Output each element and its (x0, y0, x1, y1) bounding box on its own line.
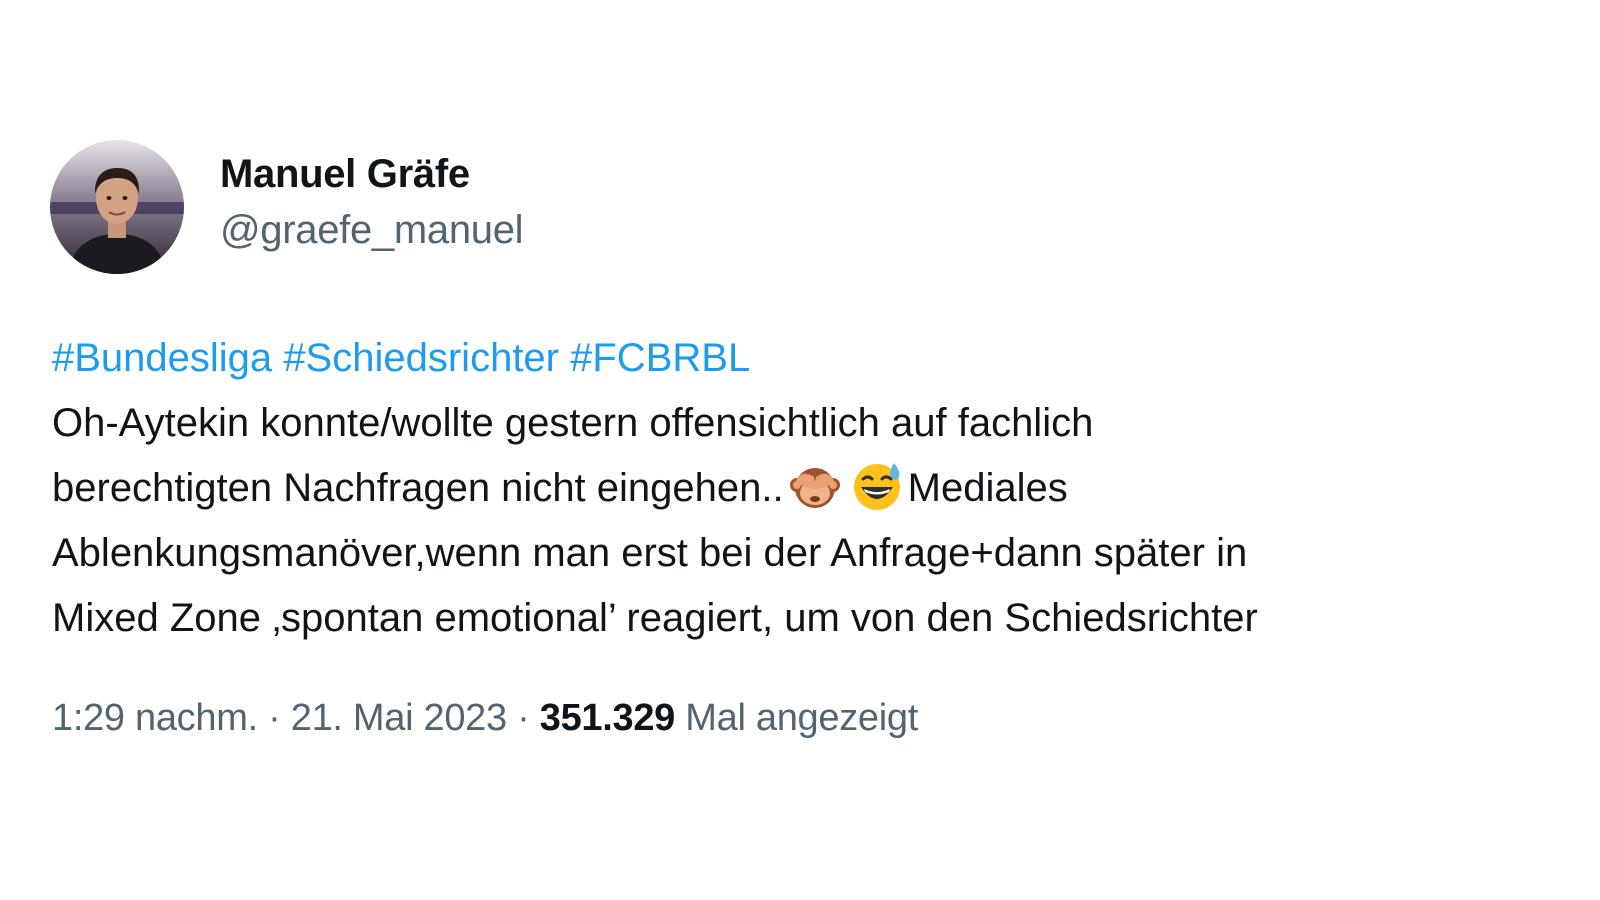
author-handle[interactable]: @graefe_manuel (220, 208, 524, 253)
tweet-line-3: Ablenkungsmanöver,wenn man erst bei der … (52, 531, 1248, 575)
see-no-evil-monkey-emoji-icon (788, 459, 842, 513)
views-label: Mal angezeigt (685, 697, 918, 739)
hashtag-fcbrbl[interactable]: #FCBRBL (570, 336, 750, 380)
hashtag-line: #Bundesliga #Schiedsrichter #FCBRBL (52, 326, 1552, 391)
grinning-face-with-sweat-emoji-icon (850, 459, 904, 513)
tweet-date: 21. Mai 2023 (290, 697, 507, 739)
tweet-line-1: Oh-Aytekin konnte/wollte gestern offensi… (52, 401, 1094, 445)
views-link[interactable]: 351.329 Mal angezeigt (539, 697, 919, 739)
hashtag-bundesliga[interactable]: #Bundesliga (52, 336, 272, 380)
tweet-time-link[interactable]: 1:29 nachm. · 21. Mai 2023 (52, 697, 507, 739)
hashtag-schiedsrichter[interactable]: #Schiedsrichter (283, 336, 559, 380)
tweet-time: 1:29 nachm. (52, 697, 258, 739)
tweet-line-4: Mixed Zone ‚spontan emotional’ reagiert,… (52, 596, 1258, 640)
tweet-line-2: berechtigten Nachfragen nicht eingehen.. (52, 456, 1552, 521)
tweet-line-2-end: Mediales (907, 466, 1068, 510)
tweet-text: #Bundesliga #Schiedsrichter #FCBRBL Oh-A… (52, 326, 1552, 651)
views-count: 351.329 (539, 697, 676, 739)
author-name[interactable]: Manuel Gräfe (220, 152, 470, 197)
tweet-line-2-start: berechtigten Nachfragen nicht eingehen.. (52, 466, 784, 510)
author-avatar[interactable] (50, 140, 184, 274)
meta-separator: · (517, 697, 530, 739)
meta-separator: · (268, 697, 281, 739)
tweet-card: Manuel Gräfe @graefe_manuel #Bundesliga … (0, 0, 1600, 900)
tweet-meta: 1:29 nachm. · 21. Mai 2023 · 351.329 Mal… (52, 697, 918, 740)
